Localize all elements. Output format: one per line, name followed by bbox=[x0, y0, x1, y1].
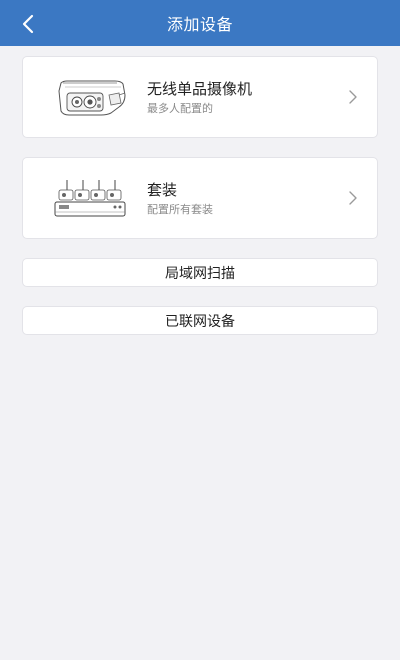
chevron-right-icon bbox=[349, 90, 357, 104]
lan-scan-button[interactable]: 局域网扫描 bbox=[22, 258, 378, 287]
device-option-subtitle: 最多人配置的 bbox=[147, 102, 213, 115]
connected-devices-label: 已联网设备 bbox=[165, 313, 235, 330]
device-option-subtitle: 配置所有套装 bbox=[147, 203, 213, 216]
chevron-left-icon bbox=[22, 14, 34, 34]
connected-devices-button[interactable]: 已联网设备 bbox=[22, 306, 378, 335]
back-button[interactable] bbox=[14, 10, 42, 38]
device-option-title: 套装 bbox=[147, 181, 178, 199]
device-option-title: 无线单品摄像机 bbox=[147, 80, 253, 98]
device-option-kit[interactable]: 套装 配置所有套装 bbox=[22, 157, 378, 239]
page-title: 添加设备 bbox=[166, 15, 233, 34]
app-header: 添加设备 bbox=[0, 0, 400, 46]
bullet-camera-icon bbox=[58, 80, 126, 116]
chevron-right-icon bbox=[349, 191, 357, 205]
lan-scan-label: 局域网扫描 bbox=[165, 265, 235, 282]
camera-kit-icon bbox=[54, 180, 126, 217]
device-option-single-camera[interactable]: 无线单品摄像机 最多人配置的 bbox=[22, 56, 378, 138]
